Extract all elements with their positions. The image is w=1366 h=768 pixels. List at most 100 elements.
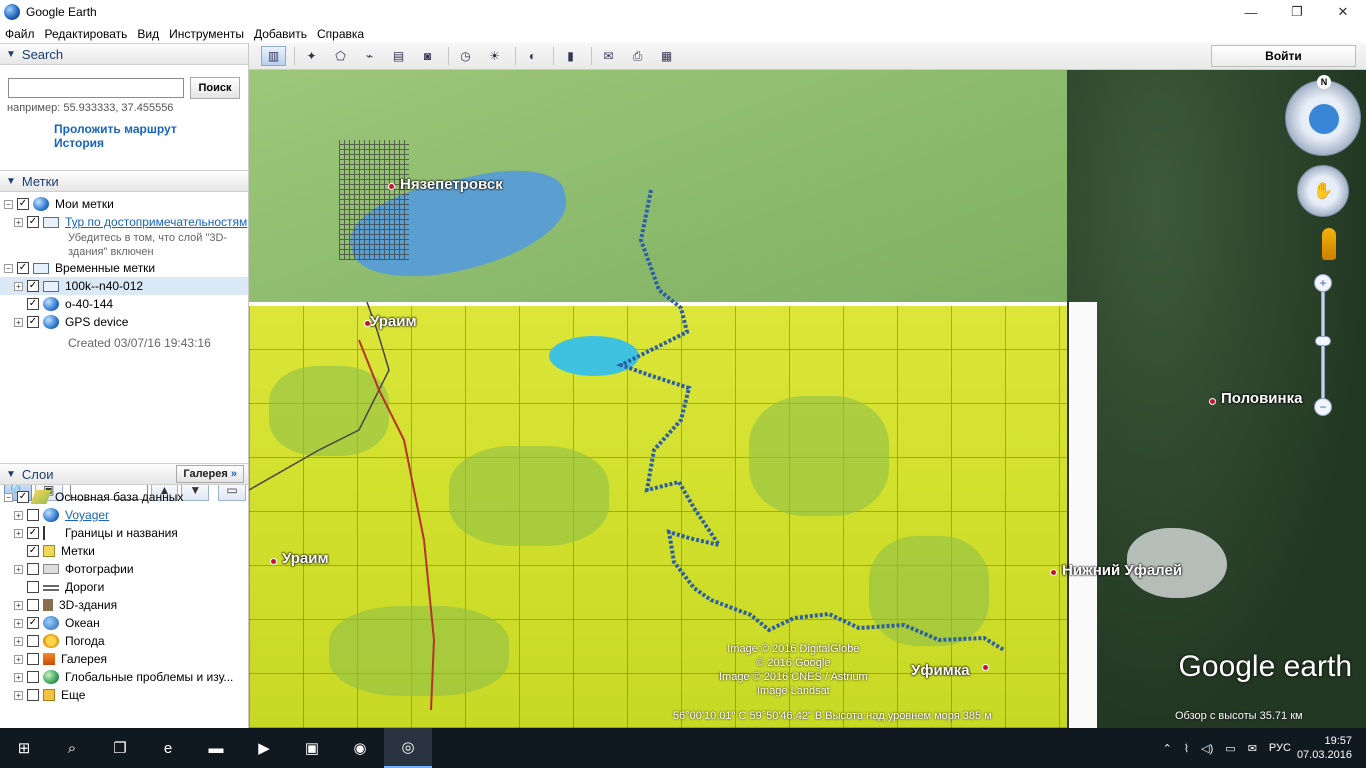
expand-icon[interactable]: + [14, 510, 23, 520]
add-placemark-icon[interactable]: ✦ [299, 46, 324, 66]
ruler-icon[interactable]: ▮ [558, 46, 583, 66]
placemark-pin[interactable] [388, 183, 395, 190]
history-link[interactable]: История [54, 136, 104, 150]
checkbox[interactable]: ✓ [27, 216, 39, 228]
battery-icon[interactable]: ▭ [1225, 742, 1235, 755]
historical-imagery-icon[interactable]: ◷ [453, 46, 478, 66]
collapse-icon[interactable]: − [4, 492, 13, 502]
add-overlay-icon[interactable]: ▤ [386, 46, 411, 66]
edge-browser-icon[interactable]: e [144, 728, 192, 768]
minimize-button[interactable]: — [1228, 0, 1274, 24]
expand-icon[interactable]: + [14, 564, 23, 574]
notifications-icon[interactable]: ✉ [1248, 742, 1257, 755]
move-control[interactable]: ✋ [1297, 165, 1349, 217]
volume-icon[interactable]: ◁) [1201, 742, 1213, 755]
expand-icon[interactable]: + [14, 672, 23, 682]
expand-icon[interactable]: + [14, 636, 23, 646]
checkbox[interactable] [27, 563, 39, 575]
checkbox[interactable]: ✓ [27, 617, 39, 629]
street-view-pegman-icon[interactable] [1322, 228, 1336, 260]
layer-row[interactable]: + 3D-здания [0, 596, 248, 614]
menu-edit[interactable]: Редактировать [40, 27, 133, 41]
chrome-icon[interactable]: ◉ [336, 728, 384, 768]
expand-icon[interactable]: + [14, 281, 23, 291]
checkbox[interactable] [27, 581, 39, 593]
label-uraim-2[interactable]: Ураим [282, 550, 329, 567]
windows-start-icon[interactable]: ⊞ [0, 728, 48, 768]
tree-row-tour[interactable]: + ✓ Тур по достопримечательностям [0, 213, 248, 231]
layer-row[interactable]: Дороги [0, 578, 248, 596]
layer-row[interactable]: + Voyager [0, 506, 248, 524]
north-indicator[interactable]: N [1317, 75, 1331, 89]
search-input[interactable] [8, 78, 184, 98]
label-nyazepetrovsk[interactable]: Нязепетровск [400, 176, 503, 193]
look-control[interactable]: N [1285, 75, 1361, 156]
checkbox[interactable]: ✓ [27, 280, 39, 292]
layer-row[interactable]: + ✓ Океан [0, 614, 248, 632]
checkbox[interactable] [27, 653, 39, 665]
label-nizhny-ufaley[interactable]: Нижний Уфалей [1062, 562, 1182, 579]
layer-row[interactable]: ✓ Метки [0, 542, 248, 560]
eye-icon[interactable] [1309, 104, 1339, 134]
google-earth-taskbar-icon[interactable]: ◎ [384, 728, 432, 768]
office-icon[interactable]: ▣ [288, 728, 336, 768]
add-polygon-icon[interactable]: ⬠ [328, 46, 353, 66]
collapse-icon[interactable]: − [4, 263, 13, 273]
tree-row-gps[interactable]: + ✓ GPS device [0, 313, 248, 331]
tree-row-100k[interactable]: + ✓ 100k--n40-012 [0, 277, 248, 295]
tree-row-o40[interactable]: ✓ o-40-144 [0, 295, 248, 313]
expand-icon[interactable]: + [14, 217, 23, 227]
checkbox[interactable] [27, 671, 39, 683]
tree-row-my-places[interactable]: − ✓ Мои метки [0, 195, 248, 213]
sunlight-icon[interactable]: ☀ [482, 46, 507, 66]
menu-file[interactable]: Файл [0, 27, 40, 41]
language-indicator[interactable]: РУС [1269, 742, 1291, 754]
checkbox[interactable] [27, 689, 39, 701]
checkbox[interactable] [27, 635, 39, 647]
search-button[interactable]: Поиск [190, 77, 240, 99]
expand-icon[interactable]: + [14, 690, 23, 700]
placemark-pin[interactable] [270, 558, 277, 565]
login-button[interactable]: Войти [1211, 45, 1356, 67]
checkbox[interactable]: ✓ [17, 262, 29, 274]
menu-view[interactable]: Вид [132, 27, 164, 41]
planets-icon[interactable]: ◐ [520, 46, 545, 66]
clock[interactable]: 19:57 07.03.2016 [1297, 734, 1352, 762]
label-ufimka[interactable]: Уфимка [911, 662, 970, 679]
sidebar-toggle-icon[interactable]: ▥ [261, 46, 286, 66]
gallery-button[interactable]: Галерея » [176, 465, 244, 483]
checkbox[interactable]: ✓ [17, 198, 29, 210]
search-panel-header[interactable]: ▼ Search [0, 43, 248, 65]
placemark-pin[interactable] [1209, 398, 1216, 405]
checkbox[interactable]: ✓ [17, 491, 29, 503]
route-link[interactable]: Проложить маршрут [54, 122, 177, 136]
maximize-button[interactable]: ❐ [1274, 0, 1320, 24]
expand-icon[interactable]: + [14, 600, 23, 610]
tree-row-temporary-places[interactable]: − ✓ Временные метки [0, 259, 248, 277]
checkbox[interactable]: ✓ [27, 527, 39, 539]
placemark-pin[interactable] [982, 664, 989, 671]
zoom-slider[interactable]: + − [1314, 274, 1332, 416]
placemark-pin[interactable] [1050, 569, 1057, 576]
add-path-icon[interactable]: ⌁ [357, 46, 382, 66]
expand-icon[interactable]: + [14, 618, 23, 628]
close-button[interactable]: ✕ [1320, 0, 1366, 24]
checkbox[interactable] [27, 599, 39, 611]
expand-icon[interactable]: + [14, 528, 23, 538]
task-view-icon[interactable]: ❐ [96, 728, 144, 768]
media-player-icon[interactable]: ▶ [240, 728, 288, 768]
menu-tools[interactable]: Инструменты [164, 27, 249, 41]
menu-help[interactable]: Справка [312, 27, 369, 41]
network-icon[interactable]: ⌇ [1184, 742, 1189, 755]
map-view[interactable]: Нязепетровск Ураим Ураим Половинка Нижни… [249, 70, 1366, 728]
checkbox[interactable] [27, 509, 39, 521]
places-panel-header[interactable]: ▼ Метки [0, 170, 248, 192]
show-hidden-icons-icon[interactable]: ⌃ [1163, 742, 1172, 755]
layer-row[interactable]: + Фотографии [0, 560, 248, 578]
email-icon[interactable]: ✉ [596, 46, 621, 66]
zoom-slider-handle[interactable] [1315, 336, 1331, 346]
search-icon[interactable]: ⌕ [48, 728, 96, 768]
file-explorer-icon[interactable]: ▬ [192, 728, 240, 768]
label-uraim-1[interactable]: Ураим [370, 313, 417, 330]
zoom-out-icon[interactable]: − [1314, 398, 1332, 416]
